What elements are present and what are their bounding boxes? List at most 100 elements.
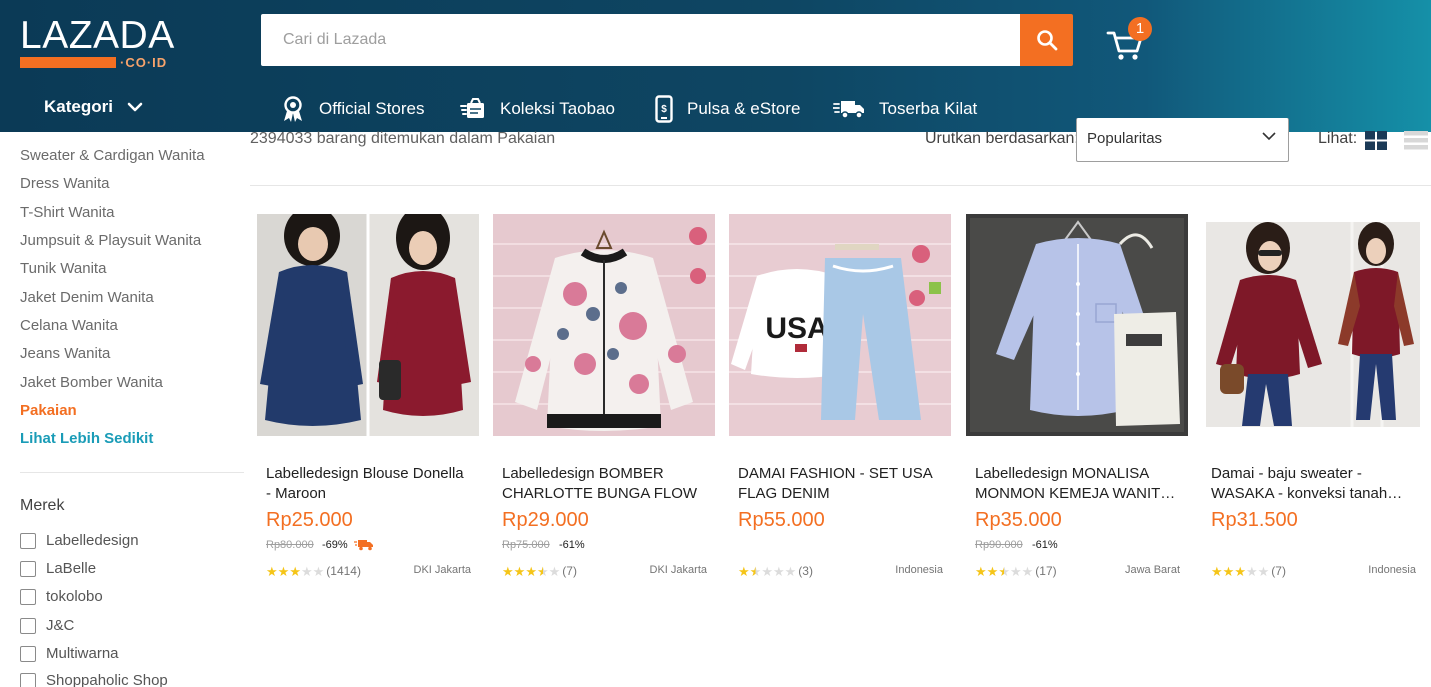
product-title[interactable]: DAMAI FASHION - SET USA FLAG DENIM [738,464,944,503]
brand-filter-option[interactable]: Shoppaholic Shop [20,672,168,687]
product-card[interactable]: Labelledesign MONALISA MONMON KEMEJA WAN… [966,214,1188,594]
category-menu-button[interactable]: Kategori [44,97,143,117]
category-link[interactable]: Jaket Denim Wanita [20,289,154,306]
nav-toserba-kilat[interactable]: Toserba Kilat [833,94,977,124]
sort-value: Popularitas [1087,130,1163,147]
seller-location: Indonesia [895,564,943,576]
search-box [261,14,1021,66]
brand-filter-title: Merek [20,497,65,514]
seller-location: Jawa Barat [1124,564,1180,576]
brand-filter-option[interactable]: tokolobo [20,588,103,605]
checkbox[interactable] [20,532,36,549]
svg-text:USA: USA [765,312,828,345]
category-link[interactable]: Jeans Wanita [20,345,110,362]
original-price: Rp80.000 [266,539,314,551]
star-icon: ★ [525,563,537,579]
logo-underline [20,57,116,68]
search-button[interactable] [1020,14,1073,66]
star-icon: ★ [986,563,999,579]
product-card[interactable]: Labelledesign BOMBER CHARLOTTE BUNGA FLO… [493,214,715,594]
rating-stars: ★ ★ ★ ★ ★ (17) [975,564,1057,578]
rating-stars: ★ ★ ★ ★ ★ (1414) [266,564,361,578]
checkbox[interactable] [20,560,36,577]
chevron-down-icon [1262,132,1276,141]
search-icon [1036,30,1057,51]
list-view-icon[interactable] [1404,131,1428,150]
view-label: Lihat: [1318,130,1358,147]
category-link[interactable]: Celana Wanita [20,317,118,334]
nav-label: Official Stores [319,99,425,118]
brand-filter-option[interactable]: J&C [20,617,74,634]
truck-icon [833,101,864,119]
show-less-link[interactable]: Lihat Lebih Sedikit [20,430,153,447]
checkbox[interactable] [20,617,36,634]
product-title[interactable]: Labelledesign MONALISA MONMON KEMEJA WAN… [975,464,1181,503]
nav-label: Koleksi Taobao [500,99,615,118]
brand-label: J&C [46,617,75,634]
product-card[interactable]: Labelledesign Blouse Donella - Maroon Rp… [257,214,479,594]
discount-label: -61% [559,539,585,551]
divider [20,472,244,473]
category-link[interactable]: T-Shirt Wanita [20,204,114,221]
review-count: (7) [1271,564,1286,578]
category-link[interactable]: Jumpsuit & Playsuit Wanita [20,232,201,249]
product-card[interactable]: Damai - baju sweater - WASAKA - konveksi… [1202,214,1424,594]
star-icon: ★ [277,563,290,579]
checkbox[interactable] [20,645,36,662]
product-price: Rp55.000 [738,509,825,531]
product-card[interactable]: USA DAMAI FASHION - SET USA FLAG DENIM R… [729,214,951,594]
checkbox[interactable] [20,588,36,605]
star-icon: ★ [772,563,785,579]
category-link-active[interactable]: Pakaian [20,402,77,419]
star-icon: ★ [289,563,301,579]
product-price: Rp29.000 [502,509,589,531]
category-link[interactable]: Sweater & Cardigan Wanita [20,147,205,164]
nav-official-stores[interactable]: Official Stores [281,94,425,124]
brand-filter-option[interactable]: Labelledesign [20,532,139,549]
top-header: LAZADA ·CO·ID 1 Kategori Officia [0,0,1431,132]
brand-label: Multiwarna [46,645,119,662]
brand-filter-option[interactable]: Multiwarna [20,645,119,662]
product-image[interactable] [1202,214,1424,436]
star-icon: ★ [1021,563,1034,579]
star-icon: ★ [548,563,561,579]
category-link[interactable]: Dress Wanita [20,175,109,192]
star-half-icon: ★ [749,563,762,579]
star-icon: ★ [761,563,773,579]
discount-label: -69% [322,539,348,551]
brand-label: Shoppaholic Shop [46,672,168,687]
product-image[interactable] [966,214,1188,436]
svg-text:$: $ [661,104,667,115]
result-count: 2394033 barang ditemukan dalam Pakaian [250,130,556,147]
product-title[interactable]: Damai - baju sweater - WASAKA - konveksi… [1211,464,1417,503]
product-image[interactable] [493,214,715,436]
sort-dropdown[interactable]: Popularitas [1076,118,1289,162]
category-link[interactable]: Jaket Bomber Wanita [20,374,163,391]
nav-label: Pulsa & eStore [687,99,801,118]
ribbon-icon [284,96,302,122]
product-image[interactable] [257,214,479,436]
divider [250,185,1431,186]
original-price: Rp75.000 [502,539,550,551]
nav-pulsa-estore[interactable]: $ Pulsa & eStore [655,94,800,124]
product-title[interactable]: Labelledesign BOMBER CHARLOTTE BUNGA FLO… [502,464,708,503]
product-title[interactable]: Labelledesign Blouse Donella - Maroon [266,464,472,503]
search-input[interactable] [261,14,1021,66]
brand-label: tokolobo [46,588,103,605]
rating-stars: ★ ★ ★ ★ ★ (3) [738,564,813,578]
review-count: (7) [562,564,577,578]
brand-filter-option[interactable]: LaBelle [20,560,96,577]
nav-koleksi-taobao[interactable]: Koleksi Taobao [460,94,615,124]
lazada-logo[interactable]: LAZADA ·CO·ID [20,16,174,72]
product-price: Rp31.500 [1211,509,1298,531]
cart-count-badge: 1 [1128,17,1152,41]
category-link[interactable]: Tunik Wanita [20,260,106,277]
review-count: (1414) [326,564,361,578]
box-icon [460,98,484,118]
star-icon: ★ [738,563,750,579]
grid-view-icon[interactable] [1365,131,1387,150]
phone-icon: $ [655,95,673,123]
product-image[interactable]: USA [729,214,951,436]
chevron-down-icon [127,102,143,112]
checkbox[interactable] [20,672,36,687]
